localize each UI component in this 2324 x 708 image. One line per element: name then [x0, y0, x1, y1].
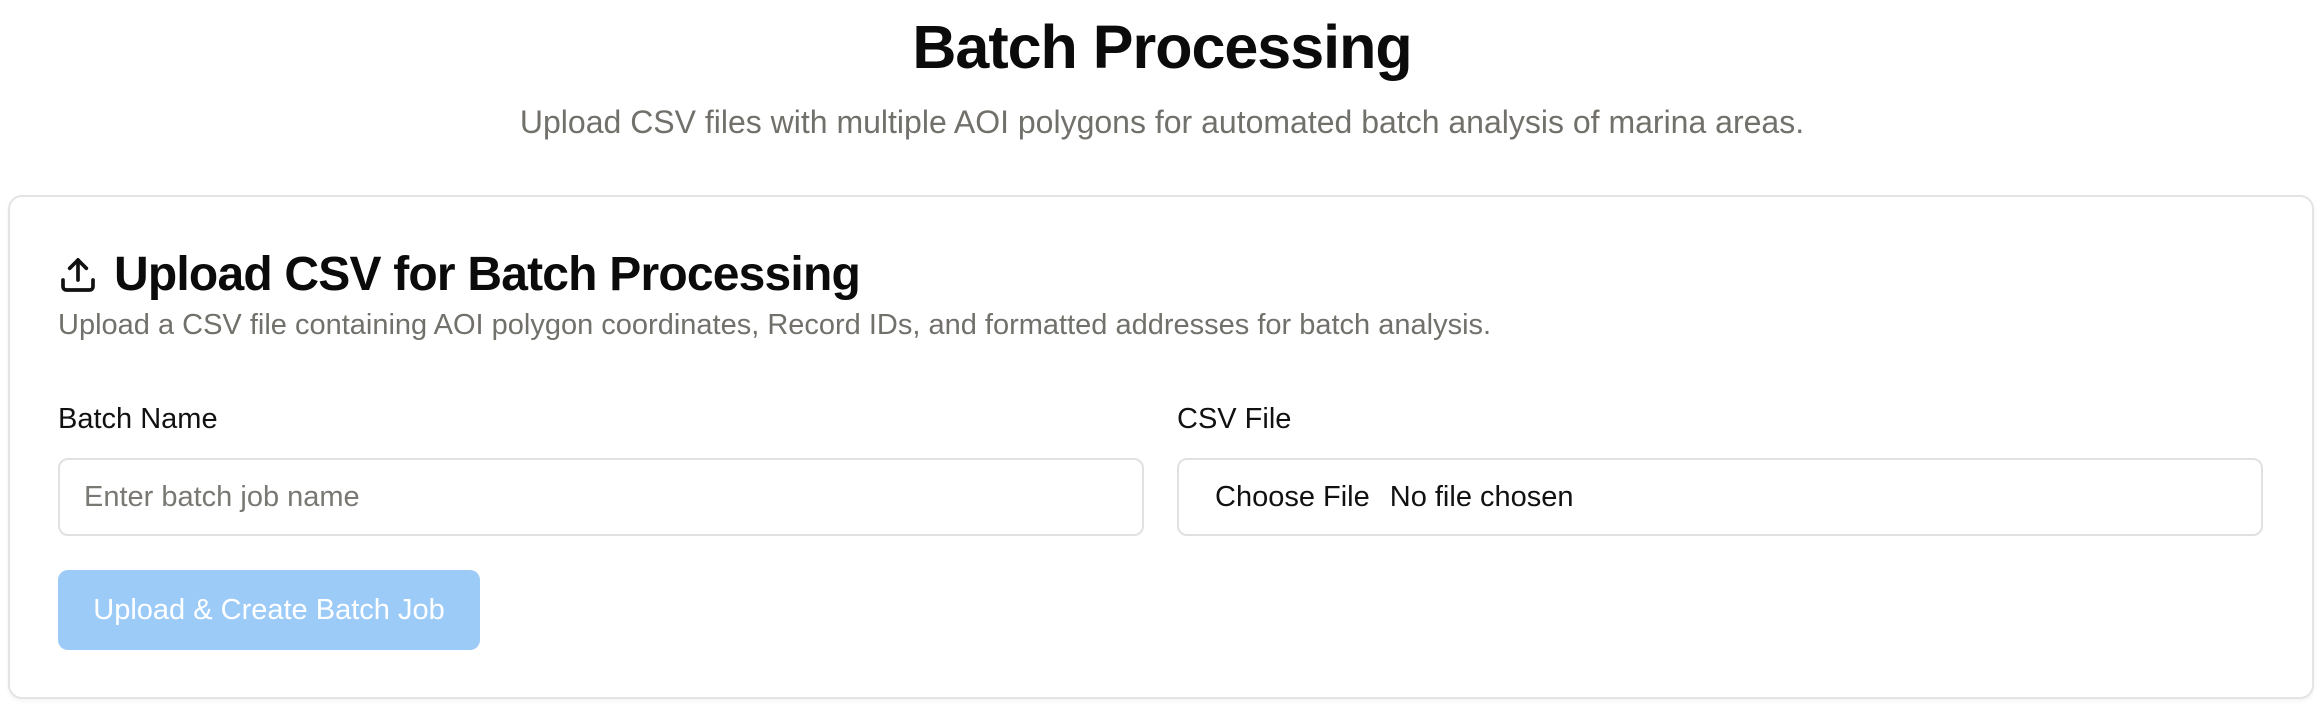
- batch-processing-page: Batch Processing Upload CSV files with m…: [0, 0, 2324, 708]
- upload-create-batch-button[interactable]: Upload & Create Batch Job: [58, 570, 480, 650]
- file-status-text: No file chosen: [1389, 480, 1574, 513]
- page-title: Batch Processing: [912, 13, 1412, 81]
- csv-file-input[interactable]: Choose File No file chosen: [1177, 458, 2263, 536]
- card-title-row: Upload CSV for Batch Processing: [58, 245, 861, 305]
- batch-name-label: Batch Name: [58, 403, 218, 435]
- page-subtitle: Upload CSV files with multiple AOI polyg…: [519, 104, 1805, 140]
- upload-icon: [58, 255, 98, 295]
- csv-file-label: CSV File: [1177, 403, 1292, 435]
- batch-name-input[interactable]: [58, 458, 1144, 536]
- card-title: Upload CSV for Batch Processing: [114, 248, 861, 301]
- upload-csv-card: Upload CSV for Batch Processing Upload a…: [8, 195, 2314, 699]
- choose-file-button[interactable]: Choose File: [1215, 481, 1370, 514]
- card-description: Upload a CSV file containing AOI polygon…: [58, 309, 1492, 341]
